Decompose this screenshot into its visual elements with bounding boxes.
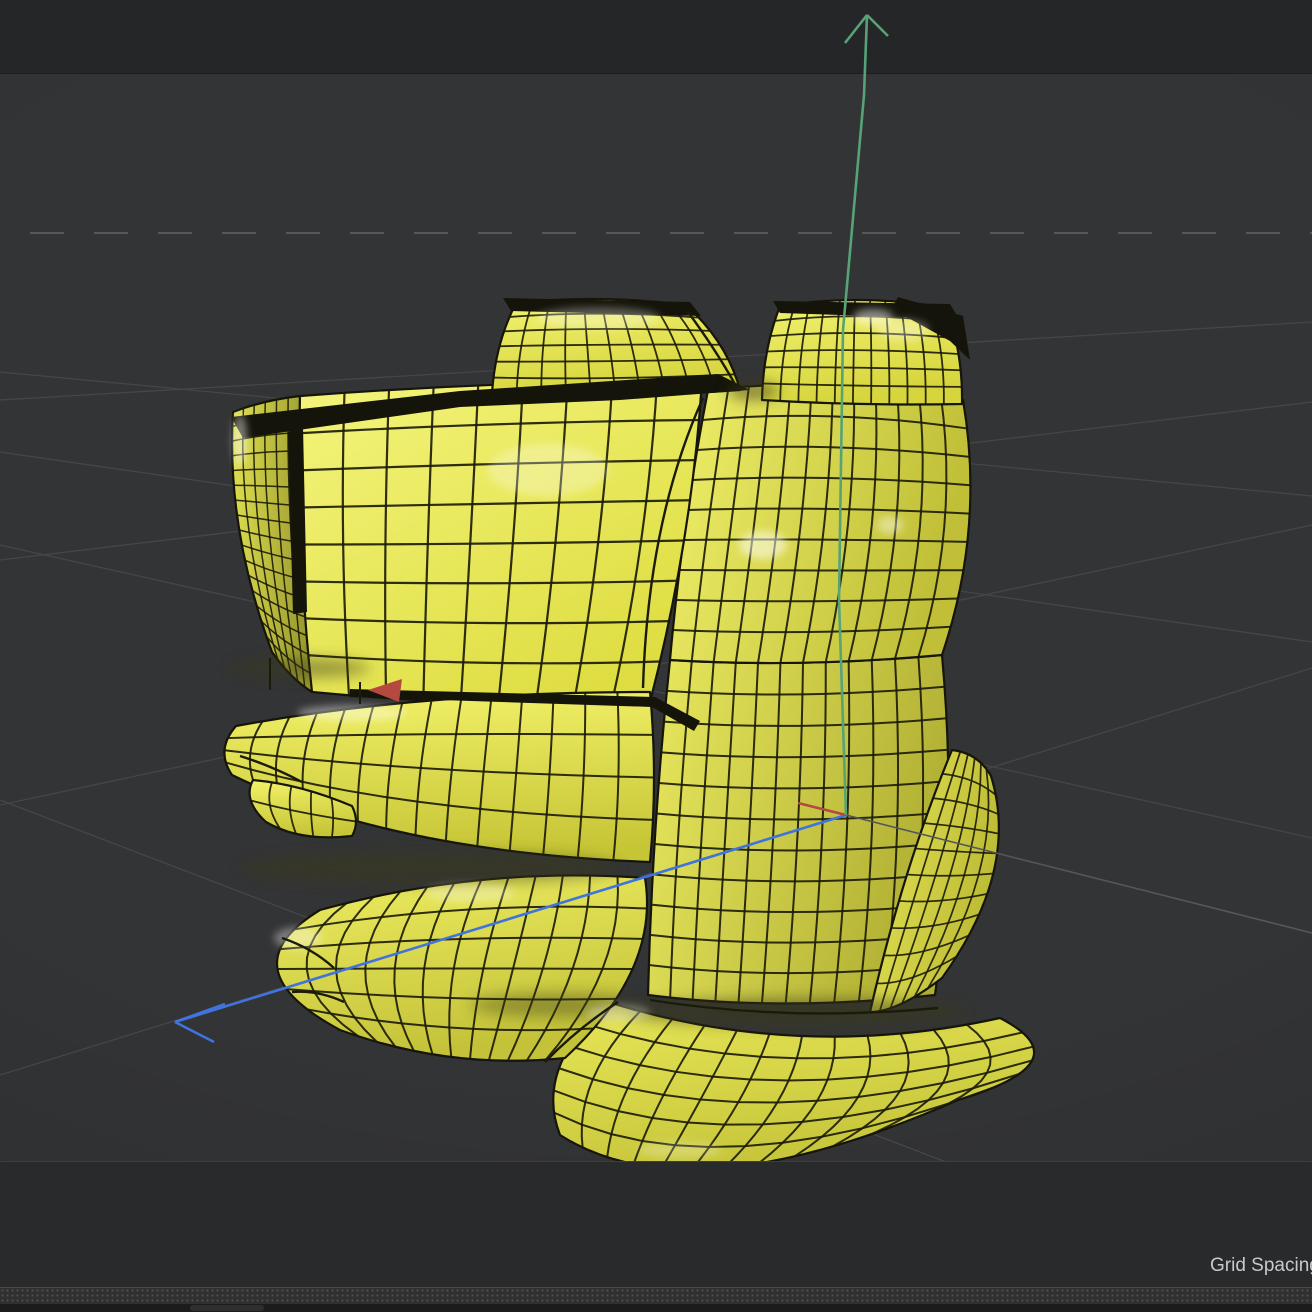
application-window: { "hud": { "grid_spacing_label": "Grid S…: [0, 0, 1312, 1312]
grid-spacing-label: Grid Spacing: [1210, 1253, 1312, 1279]
viewport-canvas: [0, 0, 1312, 1312]
model-part-foot-right: [553, 1002, 1034, 1169]
model-mesh[interactable]: [224, 297, 1034, 1169]
model-part-body-upper: [670, 385, 970, 663]
viewport-content: [0, 233, 1312, 1302]
model-part-arm: [224, 692, 654, 862]
model-part-head-front: [299, 380, 702, 704]
